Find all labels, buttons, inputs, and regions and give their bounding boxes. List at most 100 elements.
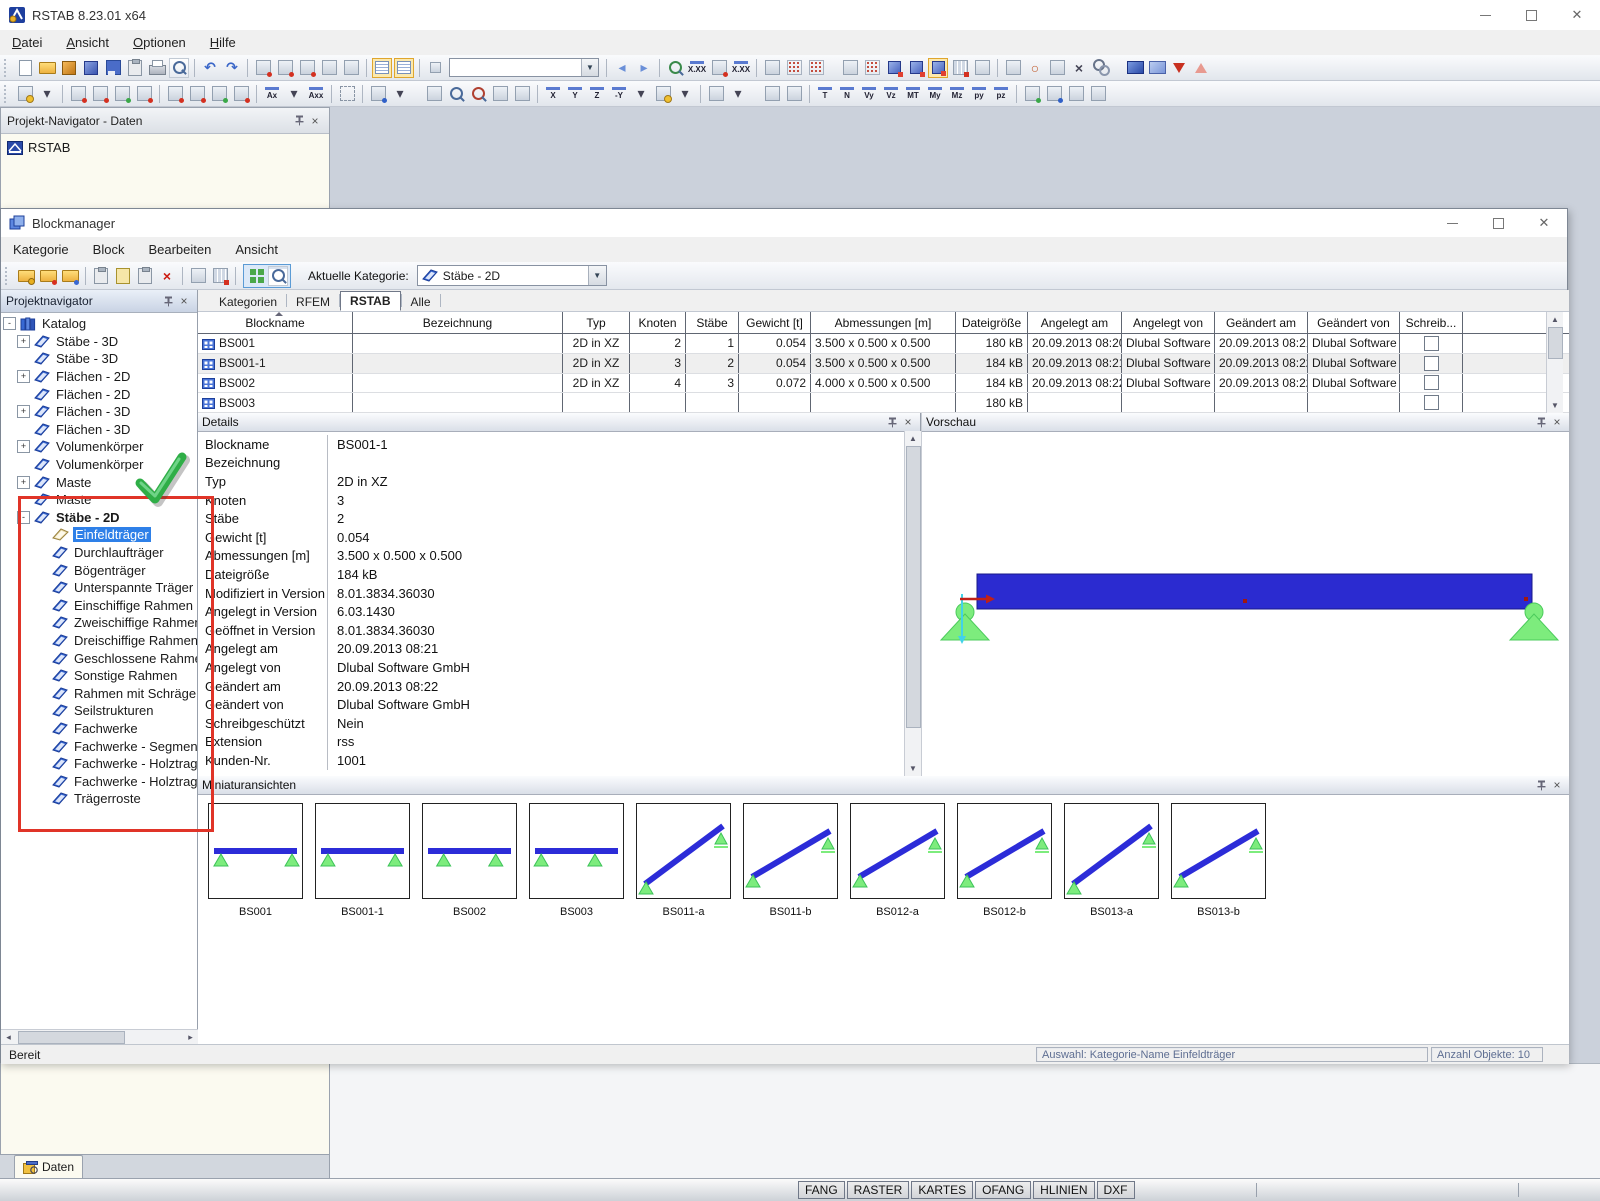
tree-item-fl-chen-3d[interactable]: + Flächen - 3D xyxy=(1,403,197,421)
import-block-icon[interactable] xyxy=(1169,58,1189,78)
tree-item-fl-chen-2d[interactable]: Flächen - 2D xyxy=(1,385,197,403)
mirror-copy-icon[interactable] xyxy=(928,57,948,78)
select-special-icon[interactable] xyxy=(972,58,992,78)
rotate-copy-icon[interactable] xyxy=(906,58,926,78)
draw-member-icon[interactable] xyxy=(762,84,782,104)
pin-icon[interactable] xyxy=(291,113,307,128)
result-N-icon[interactable]: N xyxy=(837,84,857,104)
duplicate-icon[interactable] xyxy=(135,266,155,286)
expand-icon[interactable]: + xyxy=(17,405,30,419)
pointer-icon[interactable] xyxy=(319,58,339,78)
column-header-angelegt-am[interactable]: Angelegt am xyxy=(1028,312,1122,333)
save-icon[interactable] xyxy=(103,58,123,78)
delete-icon[interactable]: × xyxy=(157,266,177,286)
column-header-gewicht-t[interactable]: Gewicht [t] xyxy=(739,312,811,333)
result-Vy-icon[interactable]: Vy xyxy=(859,84,879,104)
scrollbar-thumb[interactable] xyxy=(18,1031,125,1044)
support-generate-icon[interactable] xyxy=(1022,84,1042,104)
menu-bearbeiten[interactable]: Bearbeiten xyxy=(136,238,223,261)
status-button-raster[interactable]: RASTER xyxy=(846,1181,910,1199)
table-row-bs001-1[interactable]: BS001-1 2D in XZ 3 2 0.054 3.500 x 0.500 x 0.… xyxy=(198,353,1569,374)
panel-view-icon[interactable] xyxy=(1125,58,1145,78)
tree-horizontal-scrollbar[interactable]: ◂ ▸ xyxy=(1,1029,198,1045)
close-icon[interactable]: × xyxy=(1549,415,1565,430)
grid-red-icon[interactable] xyxy=(950,58,970,78)
thumbnail-bs003[interactable]: BS003 xyxy=(529,803,624,918)
thumbnail-bs001[interactable]: BS001 xyxy=(208,803,303,918)
menu-ansicht[interactable]: Ansicht xyxy=(54,31,121,54)
open-icon[interactable] xyxy=(37,58,57,78)
tree-item-icon[interactable] xyxy=(209,84,229,104)
print-preview-icon[interactable] xyxy=(169,57,189,78)
connect-members-icon[interactable] xyxy=(368,84,388,104)
new-node-icon[interactable] xyxy=(15,84,35,104)
zoom-in-icon[interactable] xyxy=(446,84,466,104)
scroll-down-icon[interactable]: ▼ xyxy=(905,761,921,776)
measure-icon[interactable] xyxy=(709,58,729,78)
axis-x-icon[interactable]: X xyxy=(543,84,563,104)
expand-icon[interactable]: + xyxy=(17,370,30,384)
menu-hilfe[interactable]: Hilfe xyxy=(198,31,248,54)
column-header-schreib[interactable]: Schreib... xyxy=(1400,312,1463,333)
menu-kategorie[interactable]: Kategorie xyxy=(1,238,81,261)
details-vertical-scrollbar[interactable]: ▲ ▼ xyxy=(904,431,921,776)
tab-daten[interactable]: Daten xyxy=(14,1155,84,1178)
back-icon[interactable]: ◂ xyxy=(612,58,632,78)
column-header-knoten[interactable]: Knoten xyxy=(630,312,686,333)
column-header-st-be[interactable]: Stäbe xyxy=(686,312,739,333)
thumbnail-bs002[interactable]: BS002 xyxy=(422,803,517,918)
close-button[interactable]: ✕ xyxy=(1554,0,1600,30)
combobox-dropdown-icon[interactable]: ▼ xyxy=(581,59,598,76)
undo-icon[interactable]: ↶ xyxy=(200,58,220,78)
thumbnail-image[interactable] xyxy=(743,803,838,899)
dim-ax-icon[interactable]: Ax xyxy=(262,84,282,104)
dim-axx-icon[interactable]: Axx xyxy=(306,84,326,104)
tab-rfem[interactable]: RFEM xyxy=(287,293,339,311)
minimize-button[interactable] xyxy=(1462,0,1508,30)
column-header-ge-ndert-von[interactable]: Geändert von xyxy=(1308,312,1400,333)
thumbnail-image[interactable] xyxy=(422,803,517,899)
rotate-view-icon[interactable] xyxy=(275,58,295,78)
table-row-bs002[interactable]: BS002 2D in XZ 4 3 0.072 4.000 x 0.500 x 0.50… xyxy=(198,373,1569,394)
scroll-left-icon[interactable]: ◂ xyxy=(1,1030,16,1045)
insert-block-icon[interactable] xyxy=(188,266,208,286)
axis-y-icon[interactable]: Y xyxy=(565,84,585,104)
insert-node-icon[interactable] xyxy=(165,84,185,104)
table-row-bs003[interactable]: BS003 180 kB xyxy=(198,393,1569,413)
copy-icon[interactable] xyxy=(91,266,111,286)
plane-caret-icon[interactable]: ▾ xyxy=(728,84,748,104)
new-member-icon[interactable] xyxy=(68,84,88,104)
result-Vz-icon[interactable]: Vz xyxy=(881,84,901,104)
dimension-xxx-icon[interactable]: X.XX xyxy=(687,58,707,78)
thumbnail-image[interactable] xyxy=(529,803,624,899)
rotate-tool-icon[interactable] xyxy=(1003,58,1023,78)
bm-close-button[interactable]: ✕ xyxy=(1521,209,1567,237)
thumbnail-image[interactable] xyxy=(208,803,303,899)
status-button-hlinien[interactable]: HLINIEN xyxy=(1033,1181,1095,1199)
scroll-up-icon[interactable]: ▲ xyxy=(1547,312,1563,327)
thumbnail-bs011-b[interactable]: BS011-b xyxy=(743,803,838,918)
axis-caret-icon[interactable]: ▾ xyxy=(631,84,651,104)
column-header-dateigr-e[interactable]: Dateigröße xyxy=(956,312,1028,333)
write-protect-checkbox[interactable] xyxy=(1423,355,1439,371)
write-protect-checkbox[interactable] xyxy=(1423,335,1439,351)
pin-icon[interactable] xyxy=(884,415,900,430)
new-node-caret-icon[interactable]: ▾ xyxy=(37,84,57,104)
wave-icon[interactable] xyxy=(1066,84,1086,104)
column-header-typ[interactable]: Typ xyxy=(563,312,630,333)
thumbnail-bs012-b[interactable]: BS012-b xyxy=(957,803,1052,918)
table-grid-view-icon[interactable] xyxy=(394,57,414,78)
thumbnail-bs011-a[interactable]: BS011-a xyxy=(636,803,731,918)
member-release-icon[interactable] xyxy=(231,84,251,104)
delete-tool-icon[interactable]: × xyxy=(1069,58,1089,78)
bm-maximize-button[interactable] xyxy=(1475,209,1521,237)
status-button-ofang[interactable]: OFANG xyxy=(975,1181,1032,1199)
thumbnail-image[interactable] xyxy=(636,803,731,899)
status-button-fang[interactable]: FANG xyxy=(798,1181,845,1199)
result-Mz-icon[interactable]: Mz xyxy=(947,84,967,104)
column-header-abmessungen-m[interactable]: Abmessungen [m] xyxy=(811,312,956,333)
navigator-item-rstab[interactable]: RSTAB xyxy=(1,134,329,155)
tree-item-st-be-3d[interactable]: + Stäbe - 3D xyxy=(1,333,197,351)
target-view-icon[interactable] xyxy=(297,58,317,78)
open-model-icon[interactable] xyxy=(59,58,79,78)
